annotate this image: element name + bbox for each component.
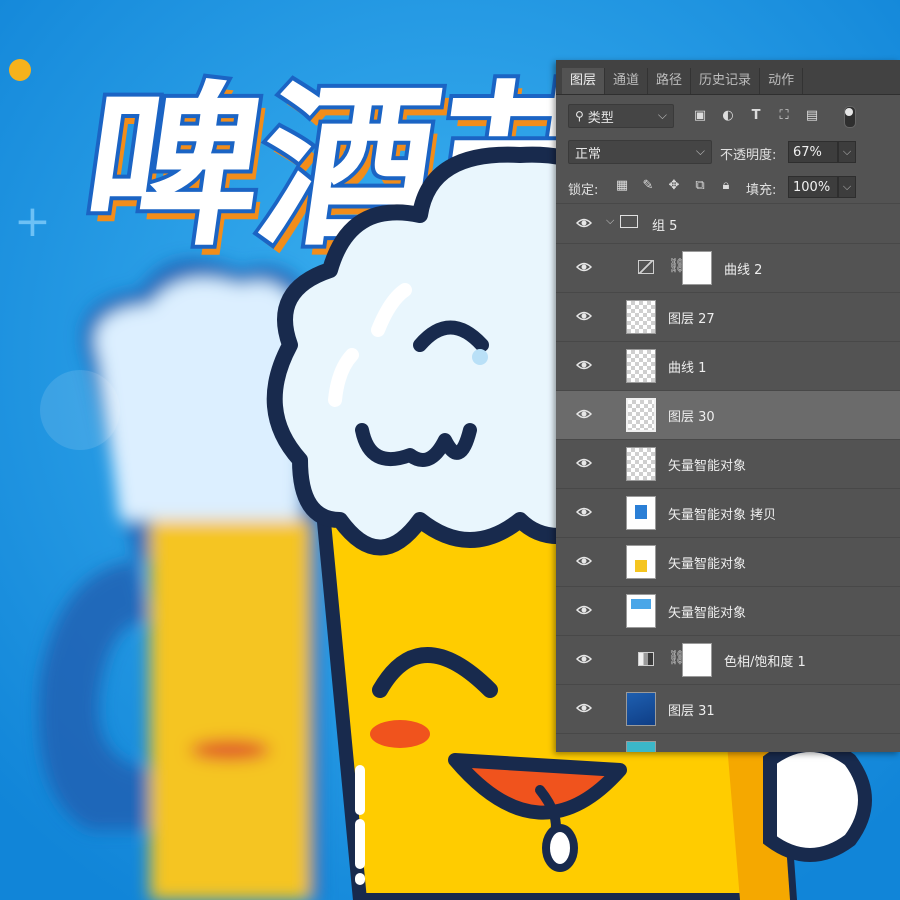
layers-panel: 图层 通道 路径 历史记录 动作 ⚲ 类型 ⌵ ▣ ◐ T ⛶ ▤ 正常 ⌵ 不… bbox=[556, 60, 900, 752]
layer-row[interactable]: 曲线 1 bbox=[556, 341, 900, 390]
lock-all-icon[interactable]: 🔒︎ bbox=[718, 178, 734, 194]
layer-name: 矢量智能对象 bbox=[668, 557, 747, 572]
filter-pixel-icon[interactable]: ▣ bbox=[692, 108, 708, 124]
chevron-down-icon[interactable]: ⌵ bbox=[606, 214, 614, 228]
tab-paths[interactable]: 路径 bbox=[648, 68, 692, 94]
visibility-eye-icon[interactable] bbox=[576, 358, 592, 372]
panel-tabs: 图层 通道 路径 历史记录 动作 bbox=[556, 60, 900, 95]
opacity-dropdown[interactable]: ⌵ bbox=[838, 141, 856, 163]
fill-dropdown[interactable]: ⌵ bbox=[838, 176, 856, 198]
chevron-down-icon: ⌵ bbox=[695, 144, 705, 158]
layer-thumbnail[interactable] bbox=[626, 692, 656, 726]
layer-name: 矢量智能对象 bbox=[668, 459, 747, 474]
fill-label: 填充: bbox=[746, 183, 777, 198]
smart-object-thumbnail[interactable] bbox=[626, 496, 656, 530]
visibility-eye-icon[interactable] bbox=[576, 603, 592, 617]
group-name: 组 5 bbox=[652, 219, 678, 234]
layer-name: 图层 30 bbox=[668, 410, 715, 425]
blend-mode-label: 正常 bbox=[575, 146, 602, 162]
layer-name: 曲线 1 bbox=[668, 361, 707, 376]
layer-row-selected[interactable]: 图层 30 bbox=[556, 390, 900, 439]
layer-thumbnail[interactable] bbox=[626, 398, 656, 432]
blend-mode-select[interactable]: 正常 ⌵ bbox=[568, 140, 712, 164]
visibility-eye-icon[interactable] bbox=[576, 505, 592, 519]
smart-object-thumbnail[interactable] bbox=[626, 545, 656, 579]
layer-filter-select[interactable]: ⚲ 类型 ⌵ bbox=[568, 104, 674, 128]
filter-smart-object-icon[interactable]: ▤ bbox=[804, 108, 820, 124]
layer-row[interactable]: ⛓ 曲线 2 bbox=[556, 243, 900, 292]
layer-row[interactable]: 矢量智能对象 bbox=[556, 586, 900, 635]
opacity-label: 不透明度: bbox=[720, 148, 777, 163]
filter-toggle[interactable] bbox=[844, 106, 856, 128]
fill-field[interactable]: 100% bbox=[788, 176, 838, 198]
svg-text:+: + bbox=[14, 196, 51, 247]
filter-shape-icon[interactable]: ⛶ bbox=[776, 108, 792, 124]
folder-icon bbox=[620, 215, 638, 228]
layer-row[interactable]: 图层 31 bbox=[556, 684, 900, 733]
layer-row[interactable]: ⛓ 色相/饱和度 1 bbox=[556, 635, 900, 684]
layer-mask-thumbnail[interactable] bbox=[682, 251, 712, 285]
layer-filter-label: 类型 bbox=[587, 110, 614, 126]
layer-name: 矢量智能对象 拷贝 bbox=[668, 508, 777, 523]
lock-position-icon[interactable]: ✥ bbox=[666, 178, 682, 194]
layer-name: 图层 27 bbox=[668, 312, 715, 327]
tab-channels[interactable]: 通道 bbox=[605, 68, 649, 94]
layer-mask-thumbnail[interactable] bbox=[682, 643, 712, 677]
tab-actions[interactable]: 动作 bbox=[760, 68, 804, 94]
search-icon: ⚲ bbox=[575, 109, 584, 123]
visibility-eye-icon[interactable] bbox=[576, 456, 592, 470]
tab-layers[interactable]: 图层 bbox=[562, 68, 606, 94]
filter-adjustment-icon[interactable]: ◐ bbox=[720, 108, 736, 124]
layer-thumbnail[interactable] bbox=[626, 349, 656, 383]
lock-label: 锁定: bbox=[568, 183, 599, 198]
layer-row[interactable]: 矢量智能对象 bbox=[556, 537, 900, 586]
layer-thumbnail[interactable] bbox=[626, 741, 656, 752]
layer-name: 矢量智能对象 bbox=[668, 606, 747, 621]
hue-saturation-adjustment-icon bbox=[638, 652, 654, 666]
filter-type-icon[interactable]: T bbox=[748, 108, 764, 124]
lock-pixels-icon[interactable]: ✎ bbox=[640, 178, 656, 194]
layer-row[interactable]: 矢量智能对象 bbox=[556, 439, 900, 488]
tab-history[interactable]: 历史记录 bbox=[691, 68, 761, 94]
layer-thumbnail[interactable] bbox=[626, 447, 656, 481]
visibility-eye-icon[interactable] bbox=[576, 652, 592, 666]
layer-name: 图层 31 bbox=[668, 704, 715, 719]
opacity-field[interactable]: 67% bbox=[788, 141, 838, 163]
smart-object-thumbnail[interactable] bbox=[626, 594, 656, 628]
visibility-eye-icon[interactable] bbox=[576, 554, 592, 568]
visibility-eye-icon[interactable] bbox=[576, 407, 592, 421]
chevron-down-icon: ⌵ bbox=[657, 108, 667, 122]
layer-group-row[interactable]: ⌵ 组 5 bbox=[556, 203, 900, 243]
lock-transparency-icon[interactable]: ▦ bbox=[614, 178, 630, 194]
layer-row[interactable]: 图层 27 bbox=[556, 292, 900, 341]
layer-name: 曲线 2 bbox=[724, 263, 763, 278]
curves-adjustment-icon bbox=[638, 260, 654, 274]
layer-row[interactable]: 矢量智能对象 拷贝 bbox=[556, 488, 900, 537]
visibility-eye-icon[interactable] bbox=[576, 309, 592, 323]
lock-artboard-icon[interactable]: ⧉ bbox=[692, 178, 708, 194]
layer-thumbnail[interactable] bbox=[626, 300, 656, 334]
layer-name: 色相/饱和度 1 bbox=[724, 655, 806, 670]
layer-row-partial[interactable] bbox=[556, 733, 900, 752]
visibility-eye-icon[interactable] bbox=[576, 216, 592, 230]
visibility-eye-icon[interactable] bbox=[576, 701, 592, 715]
visibility-eye-icon[interactable] bbox=[576, 260, 592, 274]
